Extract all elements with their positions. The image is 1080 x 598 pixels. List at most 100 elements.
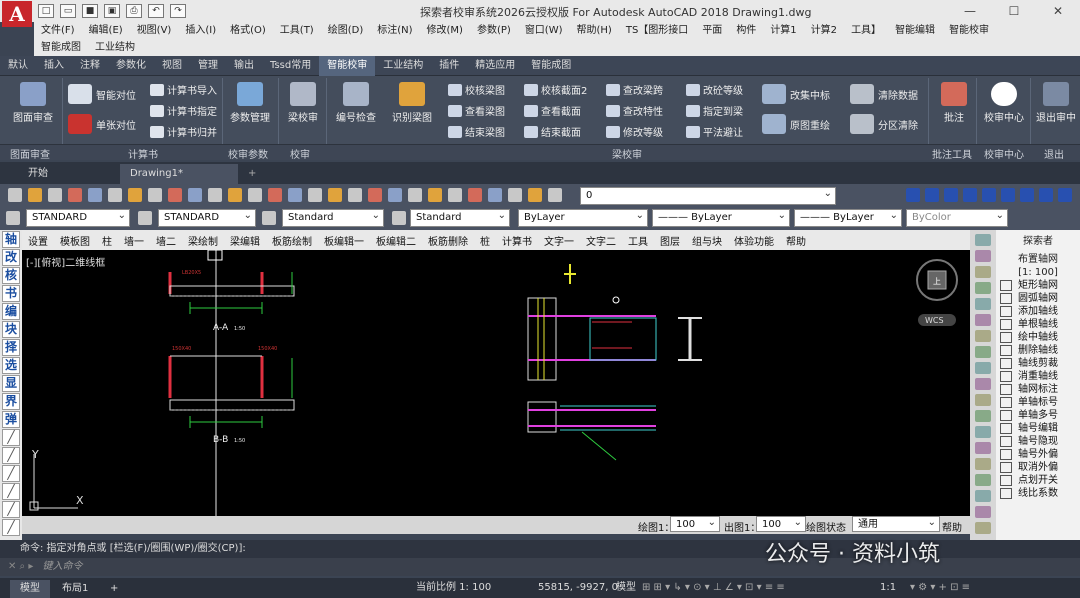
- side-tool-icon[interactable]: [975, 474, 991, 486]
- toolbar-icon[interactable]: [308, 188, 322, 202]
- cad-menu-item[interactable]: 板编辑二: [370, 233, 422, 248]
- tool-icon[interactable]: ╱: [2, 501, 20, 518]
- menu-item[interactable]: 编辑(E): [82, 23, 130, 38]
- toolbar-icon[interactable]: [328, 188, 342, 202]
- model-space-toggle[interactable]: 模型: [616, 578, 636, 598]
- menu-item[interactable]: 计算1: [763, 23, 803, 38]
- ribbon-tab[interactable]: Tssd常用: [262, 56, 319, 76]
- fqqc-button[interactable]: 分区清除: [850, 114, 918, 134]
- lineweight-select[interactable]: ——— ByLayer: [794, 209, 902, 227]
- tssd-toolbar-icon[interactable]: [906, 188, 920, 202]
- panel-item[interactable]: 轴号外偏: [996, 448, 1080, 461]
- tool-icon[interactable]: ╱: [2, 465, 20, 482]
- cad-menu-item[interactable]: 帮助: [780, 233, 812, 248]
- cad-menu-item[interactable]: 桩: [474, 233, 496, 248]
- menu-item[interactable]: 工业结构: [88, 40, 142, 55]
- menu-item[interactable]: 修改(M): [420, 23, 470, 38]
- side-tool-icon[interactable]: [975, 394, 991, 406]
- menu-item[interactable]: 计算2: [804, 23, 844, 38]
- tab-model[interactable]: 模型: [10, 580, 50, 598]
- ribbon-tab[interactable]: 插入: [36, 56, 72, 76]
- ribbon-tab[interactable]: 管理: [190, 56, 226, 76]
- tssd-toolbar-icon[interactable]: [1020, 188, 1034, 202]
- side-tool-icon[interactable]: [975, 330, 991, 342]
- toolbar-icon[interactable]: [48, 188, 62, 202]
- tool-icon[interactable]: ╱: [2, 447, 20, 464]
- panel-item[interactable]: 圆弧轴网: [996, 292, 1080, 305]
- side-tool-icon[interactable]: [975, 298, 991, 310]
- gqdj-button[interactable]: 改砼等级: [686, 82, 743, 97]
- tab-layout1[interactable]: 布局1: [52, 580, 98, 598]
- panel-item[interactable]: 取消外偏: [996, 461, 1080, 474]
- side-tool-icon[interactable]: [975, 282, 991, 294]
- plot-scale-select[interactable]: 100: [756, 516, 806, 532]
- toolbar-icon[interactable]: [428, 188, 442, 202]
- ckljz-button[interactable]: 查改梁跨: [606, 82, 663, 97]
- side-tool-icon[interactable]: [975, 410, 991, 422]
- plotstyle-select[interactable]: ByColor: [906, 209, 1008, 227]
- text-style-select[interactable]: STANDARD: [26, 209, 130, 227]
- xgdj-button[interactable]: 修改等级: [606, 124, 663, 139]
- left-tool-button[interactable]: 轴: [2, 231, 20, 248]
- panel-item[interactable]: 矩形轴网: [996, 279, 1080, 292]
- panel-item[interactable]: 轴网标注: [996, 383, 1080, 396]
- tssd-toolbar-icon[interactable]: [925, 188, 939, 202]
- panel-item[interactable]: 轴号隐现: [996, 435, 1080, 448]
- menu-item[interactable]: 绘图(D): [321, 23, 371, 38]
- toolbar-icon[interactable]: [288, 188, 302, 202]
- close-button[interactable]: ✕: [1036, 0, 1080, 22]
- left-tool-button[interactable]: 选: [2, 357, 20, 374]
- toolbar-icon[interactable]: [208, 188, 222, 202]
- menu-item[interactable]: 工具(T): [273, 23, 321, 38]
- mleader-style-select[interactable]: Standard: [410, 209, 510, 227]
- panel-item[interactable]: 删除轴线: [996, 344, 1080, 357]
- cad-menu-item[interactable]: 墙二: [150, 233, 182, 248]
- add-tab-button[interactable]: +: [238, 164, 266, 184]
- menu-item[interactable]: 构件: [729, 23, 763, 38]
- menu-item[interactable]: 智能校审: [942, 23, 996, 38]
- tssd-toolbar-icon[interactable]: [963, 188, 977, 202]
- maximize-button[interactable]: ☐: [992, 0, 1036, 22]
- left-tool-button[interactable]: 界: [2, 393, 20, 410]
- toolbar-icon[interactable]: [508, 188, 522, 202]
- ribbon-tab[interactable]: 视图: [154, 56, 190, 76]
- tab-start[interactable]: 开始: [18, 164, 58, 184]
- redo-icon[interactable]: ↷: [170, 4, 186, 18]
- toolbar-icon[interactable]: [28, 188, 42, 202]
- cad-menu-item[interactable]: 工具: [622, 233, 654, 248]
- side-tool-icon[interactable]: [975, 426, 991, 438]
- left-tool-button[interactable]: 弹: [2, 411, 20, 428]
- viewport-label[interactable]: [-][俯视]二维线框: [26, 254, 105, 269]
- help-link[interactable]: 帮助: [942, 519, 962, 534]
- jsl-button[interactable]: 结束梁图: [448, 124, 505, 139]
- panel-item[interactable]: 绘中轴线: [996, 331, 1080, 344]
- ribbon-tab[interactable]: 工业结构: [375, 56, 431, 76]
- left-tool-button[interactable]: 核: [2, 267, 20, 284]
- cad-menu-item[interactable]: 模板图: [54, 233, 96, 248]
- minimize-button[interactable]: —: [948, 0, 992, 22]
- cad-menu-item[interactable]: 梁编辑: [224, 233, 266, 248]
- side-tool-icon[interactable]: [975, 362, 991, 374]
- undo-icon[interactable]: ↶: [148, 4, 164, 18]
- panel-item[interactable]: 添加轴线: [996, 305, 1080, 318]
- qcsj-button[interactable]: 清除数据: [850, 84, 918, 104]
- side-tool-icon[interactable]: [975, 378, 991, 390]
- ribbon-tab[interactable]: 插件: [431, 56, 467, 76]
- left-tool-button[interactable]: 显: [2, 375, 20, 392]
- linetype-select[interactable]: ——— ByLayer: [652, 209, 790, 227]
- pz-button[interactable]: 批注: [936, 82, 972, 124]
- toolbar-icon[interactable]: [348, 188, 362, 202]
- menu-item[interactable]: 工具】: [844, 23, 888, 38]
- tool-icon[interactable]: ╱: [2, 483, 20, 500]
- toolbar-icon[interactable]: [128, 188, 142, 202]
- panel-item[interactable]: 单轴标号: [996, 396, 1080, 409]
- tssd-toolbar-icon[interactable]: [1058, 188, 1072, 202]
- panel-item[interactable]: 点划开关: [996, 474, 1080, 487]
- ribbon-tab[interactable]: 智能校审: [319, 55, 376, 76]
- xhlt-button[interactable]: 校核梁图: [448, 82, 505, 97]
- cscl-button[interactable]: 参数管理: [226, 82, 274, 124]
- menu-item[interactable]: 文件(F): [34, 23, 82, 38]
- app-menu-button[interactable]: A: [2, 1, 32, 27]
- tab-drawing1[interactable]: Drawing1*: [120, 164, 238, 184]
- side-tool-icon[interactable]: [975, 234, 991, 246]
